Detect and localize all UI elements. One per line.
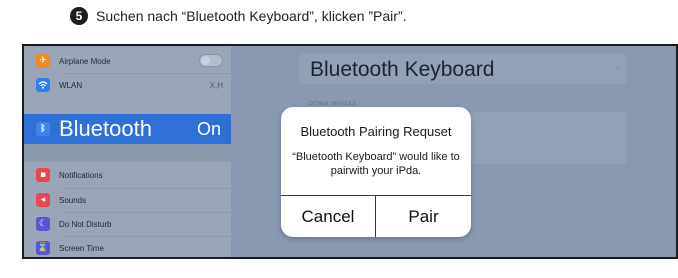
step-header: 5 Suchen nach “Bluetooth Keyboard”, klic… xyxy=(70,6,407,26)
sidebar-item-do-not-disturb[interactable]: ☾ Do Not Disturb xyxy=(24,213,231,235)
sidebar-item-label: Sounds xyxy=(59,195,87,205)
moon-icon: ☾ xyxy=(36,217,50,231)
notifications-icon: ▪ xyxy=(36,168,50,182)
sidebar-item-wlan[interactable]: WLAN X,H xyxy=(24,74,231,96)
wlan-network-value: X,H xyxy=(209,80,223,90)
dialog-title: Bluetooth Pairing Requset xyxy=(300,124,452,139)
detail-title: Bluetooth Keyboard xyxy=(310,58,495,81)
sidebar-item-label: WLAN xyxy=(59,80,83,90)
sidebar-item-sounds[interactable]: ◂ Sounds xyxy=(24,189,231,211)
bluetooth-status-value: On xyxy=(196,118,221,139)
step-instruction: Suchen nach “Bluetooth Keyboard”, klicke… xyxy=(96,8,407,24)
sidebar-item-airplane-mode[interactable]: ✈ Airplane Mode xyxy=(24,50,231,72)
sidebar-item-label: Airplane Mode xyxy=(59,56,111,66)
sidebar-item-bluetooth[interactable]: ᛒ Bluetooth On xyxy=(24,114,231,144)
airplane-icon: ✈ xyxy=(36,54,50,68)
cancel-button[interactable]: Cancel xyxy=(281,196,375,237)
dialog-message: “Bluetooth Keyboard” would like to pairw… xyxy=(292,151,460,177)
sidebar-item-label: Bluetooth xyxy=(59,116,152,141)
pairing-request-dialog: Bluetooth Pairing Requset “Bluetooth Key… xyxy=(281,107,471,237)
sidebar-item-label: Screen Time xyxy=(59,243,104,253)
airplane-mode-toggle[interactable] xyxy=(199,54,223,67)
settings-screenshot: ✈ Airplane Mode WLAN X,H ᛒ Bluetooth On … xyxy=(22,44,678,259)
settings-sidebar: ✈ Airplane Mode WLAN X,H ᛒ Bluetooth On … xyxy=(24,46,231,257)
sidebar-item-notifications[interactable]: ▪ Notifications xyxy=(24,164,231,186)
hourglass-icon: ⌛ xyxy=(36,241,50,255)
sounds-icon: ◂ xyxy=(36,193,50,207)
bluetooth-icon: ᛒ xyxy=(36,122,50,136)
sidebar-item-label: Notifications xyxy=(59,170,103,180)
step-number-badge: 5 xyxy=(70,7,88,25)
chevron-right-icon: › xyxy=(617,66,619,72)
pair-button[interactable]: Pair xyxy=(376,196,471,237)
section-gap xyxy=(24,144,231,162)
wifi-icon xyxy=(36,78,50,92)
sidebar-item-screen-time[interactable]: ⌛ Screen Time xyxy=(24,237,231,257)
sidebar-item-label: Do Not Disturb xyxy=(59,219,112,229)
